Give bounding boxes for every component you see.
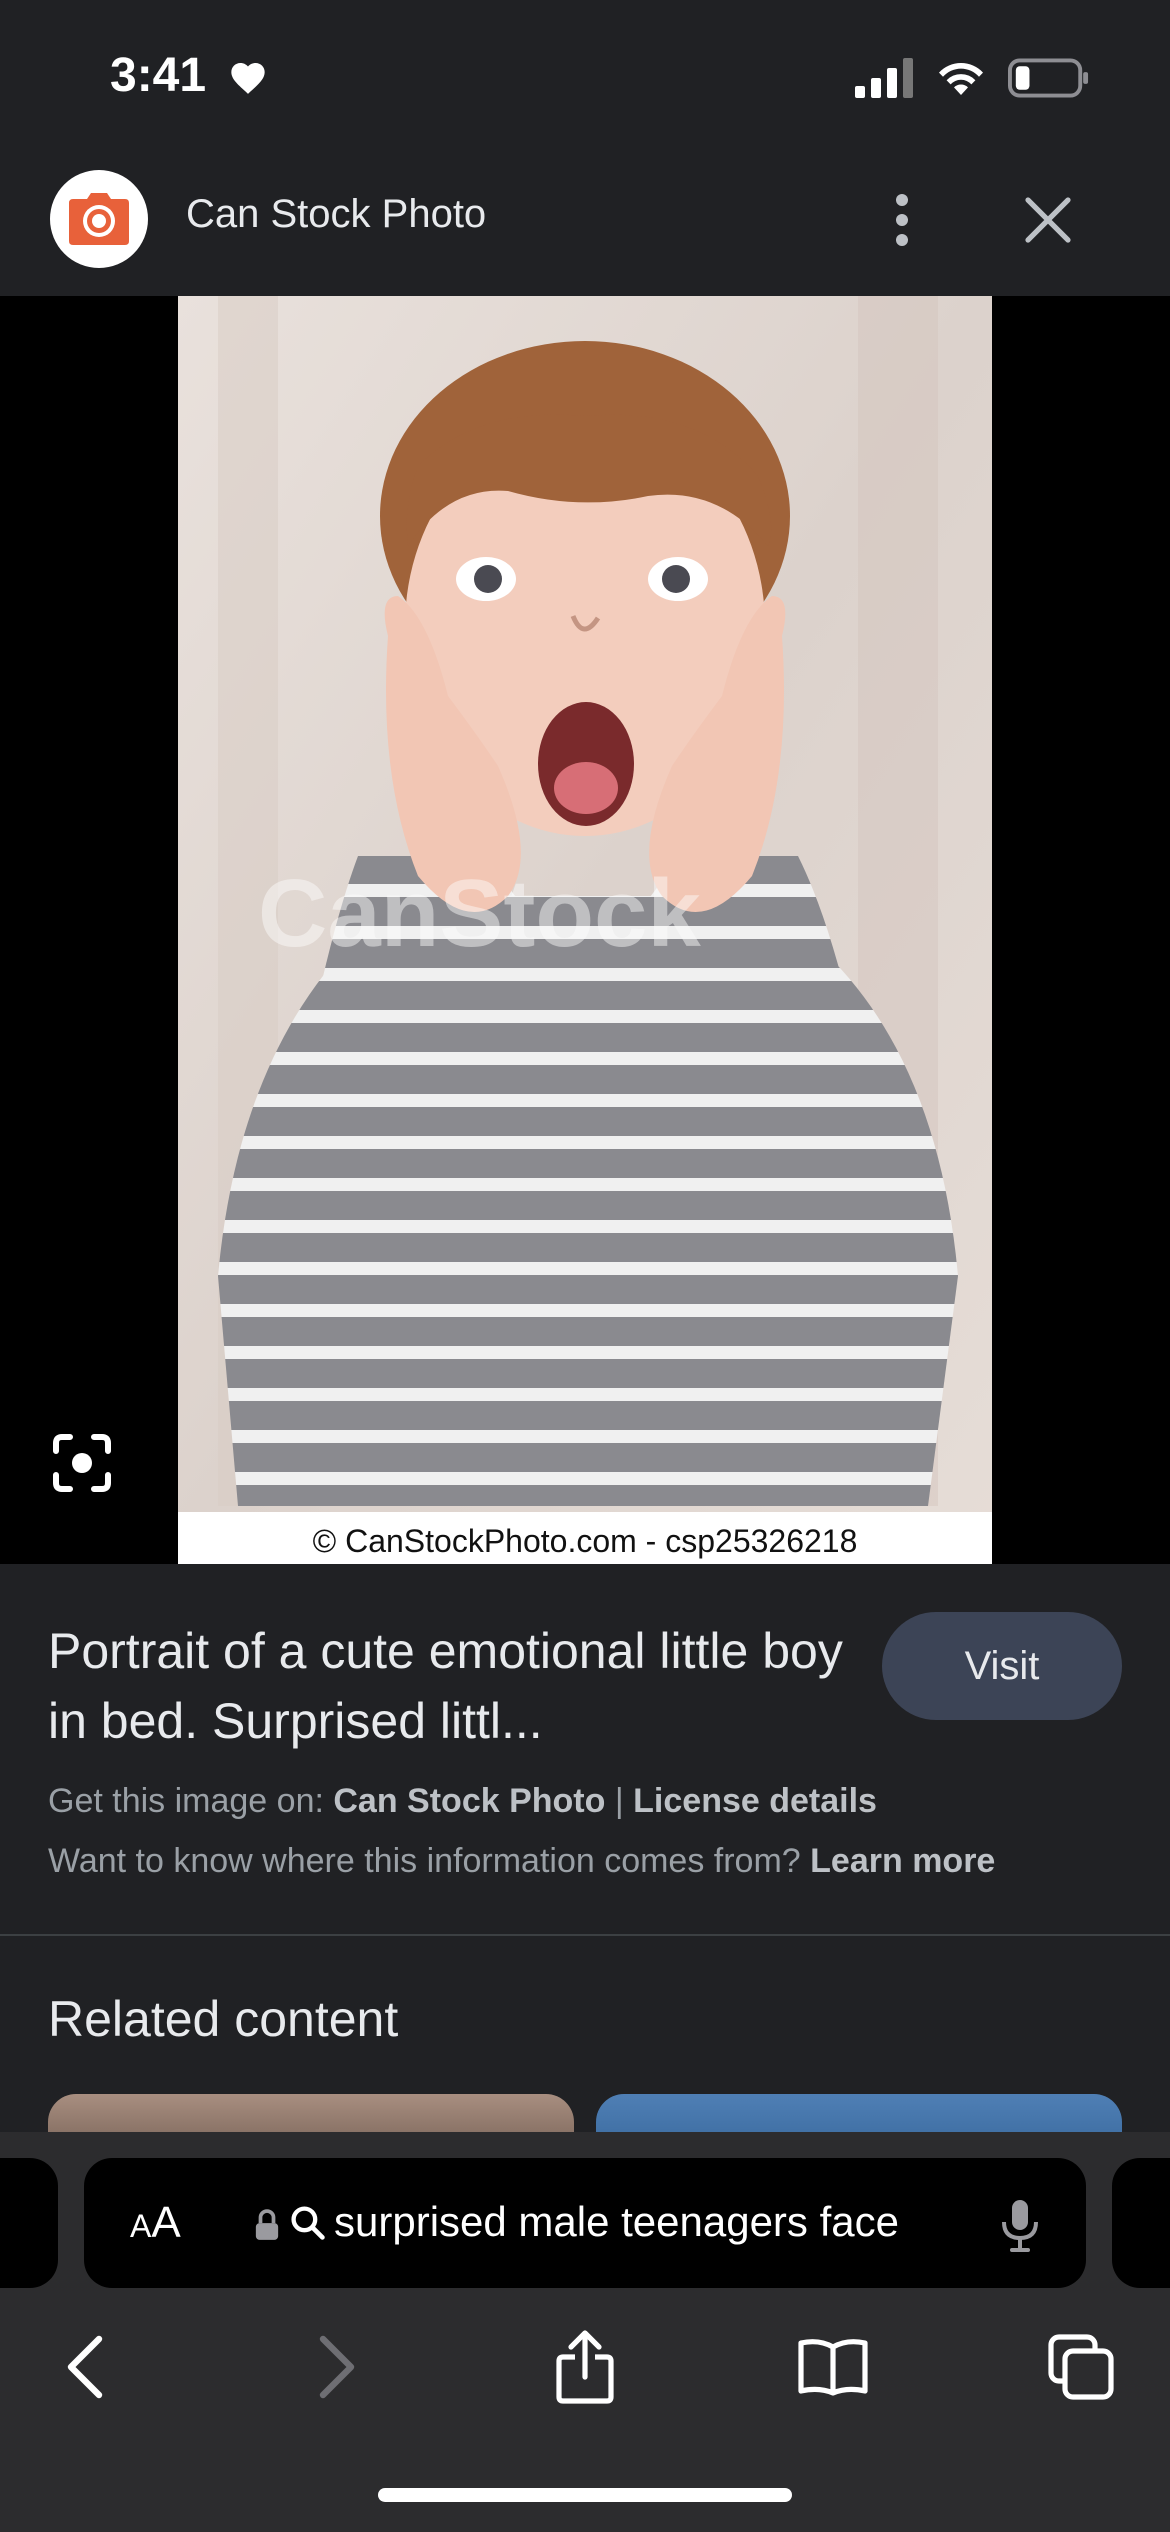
book-icon xyxy=(798,2339,868,2396)
site-favicon[interactable] xyxy=(50,170,148,268)
back-button[interactable] xyxy=(40,2322,130,2412)
related-content-heading: Related content xyxy=(48,1991,399,2047)
text-size-button[interactable]: AA xyxy=(130,2198,181,2248)
previous-tab-peek[interactable] xyxy=(0,2158,58,2288)
get-image-label: Get this image on: xyxy=(48,1782,324,1820)
more-options-icon[interactable] xyxy=(882,190,922,250)
visit-button[interactable]: Visit xyxy=(882,1612,1122,1720)
lock-icon xyxy=(255,2209,279,2240)
chevron-left-icon xyxy=(67,2335,103,2399)
search-icon xyxy=(291,2206,325,2240)
address-text[interactable]: surprised male teenagers face xyxy=(334,2198,899,2246)
cellular-signal-icon xyxy=(855,58,913,98)
heart-icon xyxy=(231,63,265,94)
camera-icon xyxy=(69,193,129,245)
share-button[interactable] xyxy=(540,2322,630,2412)
preview-image[interactable]: CanStock © CanStockPhoto.com - csp253262… xyxy=(178,296,992,1564)
image-title[interactable]: Portrait of a cute emotional little boy … xyxy=(48,1616,878,1756)
status-bar: 3:41 xyxy=(0,0,1170,150)
watermark-text: CanStock xyxy=(258,860,701,967)
home-indicator[interactable] xyxy=(378,2488,792,2502)
tabs-button[interactable] xyxy=(1036,2322,1126,2412)
learn-more-link[interactable]: Learn more xyxy=(810,1842,995,1880)
section-divider xyxy=(0,1934,1170,1936)
image-viewer: CanStock © CanStockPhoto.com - csp253262… xyxy=(0,296,1170,1564)
image-viewer-header: Can Stock Photo xyxy=(0,150,1170,296)
wifi-icon xyxy=(939,62,983,95)
license-details-link[interactable]: License details xyxy=(633,1782,877,1820)
chevron-right-icon xyxy=(319,2335,355,2399)
image-credit: © CanStockPhoto.com - csp25326218 xyxy=(313,1523,858,1559)
close-icon[interactable] xyxy=(1020,192,1076,248)
status-time: 3:41 xyxy=(110,49,207,102)
forward-button[interactable] xyxy=(292,2322,382,2412)
tabs-icon xyxy=(1048,2334,1114,2400)
image-info-panel: Portrait of a cute emotional little boy … xyxy=(0,1564,1170,1936)
bookmarks-button[interactable] xyxy=(788,2322,878,2412)
source-link[interactable]: Can Stock Photo xyxy=(333,1782,605,1820)
info-origin-line: Want to know where this information come… xyxy=(48,1842,995,1881)
share-icon xyxy=(556,2330,614,2404)
info-question: Want to know where this information come… xyxy=(48,1842,801,1880)
microphone-icon[interactable] xyxy=(1000,2198,1040,2254)
lens-search-icon[interactable] xyxy=(50,1431,114,1495)
battery-icon xyxy=(1008,58,1089,98)
browser-toolbar: AA surprised male teenagers face xyxy=(0,2132,1170,2532)
next-tab-peek[interactable] xyxy=(1112,2158,1170,2288)
meta-separator: | xyxy=(614,1782,624,1820)
image-source-line: Get this image on: Can Stock Photo | Lic… xyxy=(48,1782,877,1821)
site-name[interactable]: Can Stock Photo xyxy=(186,192,486,237)
address-bar[interactable]: AA surprised male teenagers face xyxy=(84,2158,1086,2288)
